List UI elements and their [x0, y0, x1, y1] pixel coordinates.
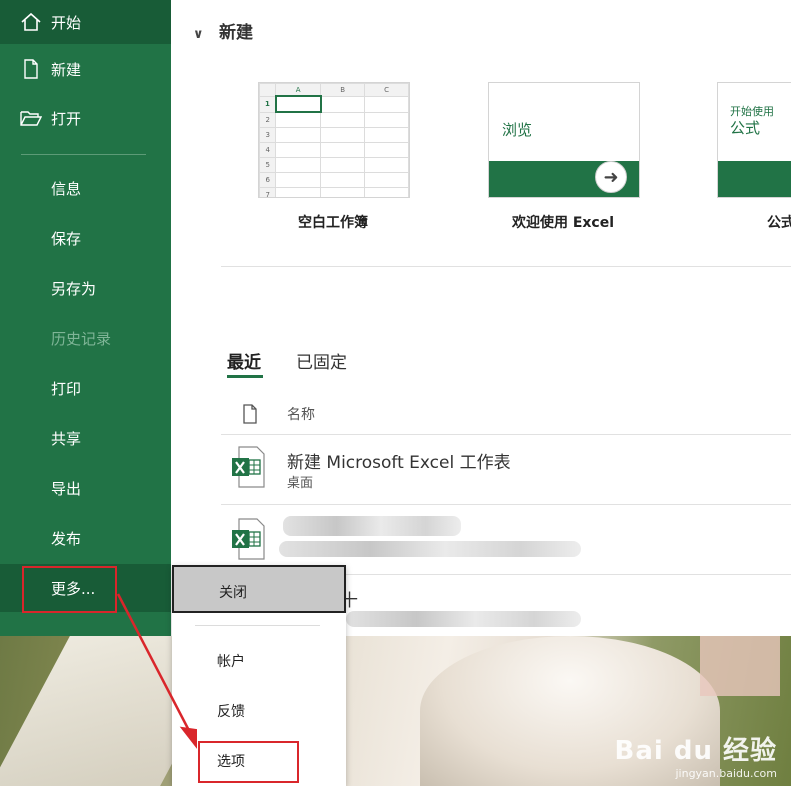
list-divider: [221, 434, 791, 435]
menu-item-label: 关闭: [219, 585, 247, 601]
blank-workbook-thumbnail: ABC 1 2 3 4 5 6 7: [258, 82, 410, 198]
sidebar-item-label: 共享: [51, 429, 82, 448]
template-caption: 欢迎使用 Excel: [511, 215, 615, 231]
file-path: 桌面: [287, 476, 314, 491]
tab-pinned[interactable]: 已固定: [296, 348, 347, 373]
template-caption: 空白工作簿: [298, 215, 368, 231]
file-name: 新建 Microsoft Excel 工作表: [287, 453, 511, 473]
sidebar-item-label: 信息: [51, 179, 82, 198]
list-divider: [221, 504, 791, 505]
sidebar-item-new[interactable]: 新建: [0, 47, 171, 91]
column-header-name: 名称: [287, 407, 315, 423]
welcome-thumbnail: 浏览 ➜: [488, 82, 640, 198]
formulas-thumbnail-title: 公式: [730, 119, 761, 137]
template-formulas[interactable]: 开始使用 公式 公式: [717, 82, 791, 242]
menu-item-label: 反馈: [217, 704, 245, 720]
chevron-down-icon: ∨: [193, 27, 204, 42]
redacted-file-name: [283, 516, 461, 536]
formulas-thumbnail-bar: [718, 161, 791, 197]
arrow-right-icon: ➜: [595, 161, 627, 193]
new-section-title: 新建: [219, 23, 253, 43]
sidebar-item-label: 另存为: [51, 279, 97, 298]
sidebar-item-export[interactable]: 导出: [0, 466, 171, 510]
watermark-url: jingyan.baidu.com: [675, 767, 777, 780]
sidebar-item-label: 发布: [51, 529, 82, 548]
template-caption: 公式: [767, 215, 791, 231]
new-section-header[interactable]: ∨ 新建: [193, 18, 253, 43]
sidebar-item-label: 导出: [51, 479, 82, 498]
redacted-file-path: [346, 611, 581, 627]
section-divider: [221, 266, 791, 267]
welcome-thumbnail-title: 浏览: [502, 121, 533, 139]
backstage-sidebar: 开始 新建 打开 信息 保存 另存为 历史记录 打印 共享 导出 发布 更多..…: [0, 0, 171, 636]
background-photo: Bai du 经验 jingyan.baidu.com: [0, 636, 791, 786]
menu-item-feedback[interactable]: 反馈: [172, 686, 346, 734]
sidebar-item-label: 保存: [51, 229, 82, 248]
new-document-icon: [24, 59, 38, 79]
excel-file-icon: [232, 446, 265, 488]
thumbnail-grid: ABC 1 2 3 4 5 6 7: [259, 83, 409, 197]
sidebar-divider: [21, 154, 146, 155]
home-icon: [21, 12, 41, 31]
sidebar-item-save[interactable]: 保存: [0, 216, 171, 260]
open-folder-icon: [20, 111, 42, 126]
document-icon: [243, 404, 257, 424]
menu-item-label: 帐户: [217, 654, 245, 670]
redacted-file-path: [279, 541, 581, 557]
formulas-thumbnail: 开始使用 公式: [717, 82, 791, 198]
sidebar-item-save-as[interactable]: 另存为: [0, 266, 171, 310]
sidebar-item-label: 新建: [51, 60, 82, 79]
baidu-watermark: Bai du 经验 jingyan.baidu.com: [615, 730, 778, 780]
sidebar-item-history: 历史记录: [0, 316, 171, 360]
annotation-box-options: [198, 741, 299, 783]
sidebar-item-home[interactable]: 开始: [0, 0, 171, 44]
tab-recent[interactable]: 最近: [227, 348, 261, 373]
sidebar-item-open[interactable]: 打开: [0, 96, 171, 140]
excel-file-icon: [232, 518, 265, 560]
sidebar-item-label: 开始: [51, 13, 82, 32]
sidebar-item-label: 打印: [51, 379, 82, 398]
menu-divider: [195, 625, 320, 626]
sidebar-item-print[interactable]: 打印: [0, 366, 171, 410]
sidebar-item-info[interactable]: 信息: [0, 166, 171, 210]
sidebar-item-publish[interactable]: 发布: [0, 516, 171, 560]
sidebar-item-label: 历史记录: [51, 329, 112, 348]
photo-figure: [700, 636, 780, 696]
sidebar-item-label: 打开: [51, 109, 82, 128]
menu-item-account[interactable]: 帐户: [172, 636, 346, 684]
watermark-brand: Bai du 经验: [614, 736, 777, 766]
backstage-main: ∨ 新建 ABC 1 2 3 4 5 6 7 空白工作簿 浏览 ➜ 欢迎使用 Ex…: [171, 0, 791, 636]
tab-recent-underline: [227, 375, 263, 378]
sidebar-item-share[interactable]: 共享: [0, 416, 171, 460]
annotation-box-more: [22, 566, 117, 613]
menu-item-close[interactable]: 关闭: [172, 565, 346, 613]
